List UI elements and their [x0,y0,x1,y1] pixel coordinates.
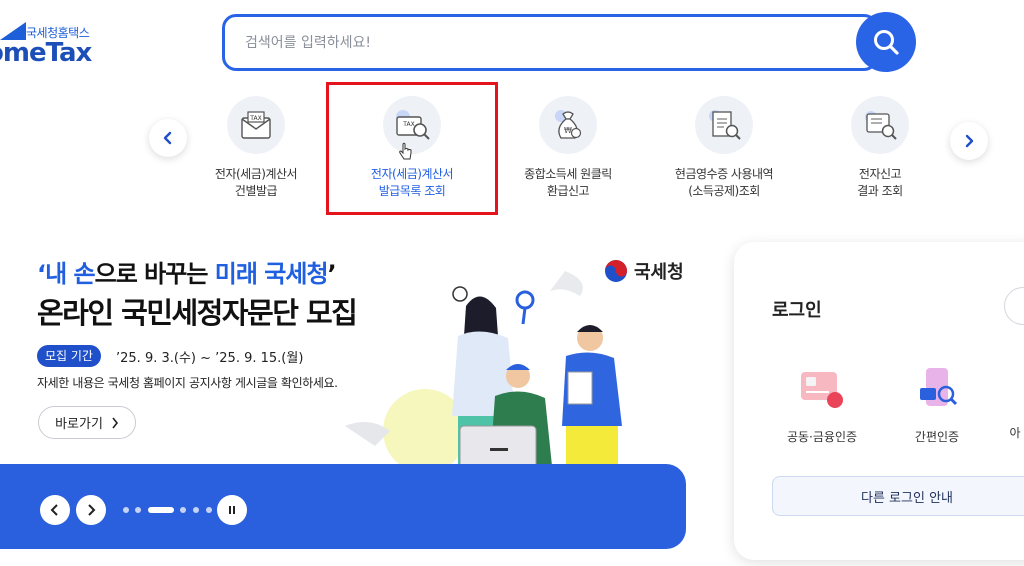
slide-indicator[interactable] [193,507,199,513]
quick-menu-label: 전자(세금)계산서 건별발급 [214,167,298,198]
banner-description: 자세한 내용은 국세청 홈페이지 공지사항 게시글을 확인하세요. [37,376,338,390]
hometax-logo[interactable]: 국세청홈택스 omeTax [0,14,110,74]
slide-indicator[interactable] [123,507,129,513]
svg-text:₩: ₩ [564,126,572,135]
document-search-icon [851,96,909,154]
login-method-label: 아 [1009,426,1021,440]
nts-name: 국세청 [634,262,684,283]
login-method-certificate[interactable]: 공동·금융인증 [772,366,872,445]
search-button[interactable] [856,12,916,72]
banner-heading-quote: ’ [327,260,337,288]
quick-menu-item-cash-receipt[interactable]: 현금영수증 사용내역 (소득공제)조회 [649,96,799,200]
quick-menu-item-e-filing-result[interactable]: 전자신고 결과 조회 [805,96,955,200]
quick-menu-item-issue-invoice[interactable]: TAX 전자(세금)계산서 건별발급 [181,96,331,200]
banner-illustration [345,271,622,473]
period-dates: ’25. 9. 3.(수) ~ ’25. 9. 15.(월) [116,351,304,366]
chevron-right-icon [88,504,96,516]
certificate-card-icon [801,372,843,408]
login-method-label: 간편인증 [914,430,960,444]
banner-next-button[interactable] [76,495,106,525]
period-badge: 모집 기간 [37,345,101,367]
slide-indicator-active[interactable] [148,507,174,513]
chevron-right-icon [112,417,118,428]
banner-heading-text: 으로 바꾸는 [94,260,215,288]
search-input[interactable] [245,31,845,55]
login-title: 로그인 [772,300,822,321]
chevron-left-icon [50,504,58,516]
chevron-left-icon [163,131,172,145]
quick-menu-label: 종합소득세 원클릭 환급신고 [524,167,612,198]
banner-prev-button[interactable] [40,495,70,525]
other-login-guide-button[interactable]: 다른 로그인 안내 [772,476,1024,516]
svg-text:TAX: TAX [249,115,261,122]
login-method-simple[interactable]: 간편인증 [887,366,987,445]
banner-pause-button[interactable] [217,495,247,525]
quick-menu-next-button[interactable] [950,122,988,160]
quick-menu-label: 전자신고 결과 조회 [857,167,903,198]
banner-heading-line1: ‘내 손으로 바꾸는 미래 국세청’ [37,254,337,289]
slide-indicator[interactable] [180,507,186,513]
search-icon [874,30,899,55]
go-button[interactable]: 바로가기 [38,406,136,439]
phone-auth-icon [920,368,958,406]
quick-menu-label: 현금영수증 사용내역 (소득공제)조회 [674,167,774,198]
hand-cursor-icon [399,142,412,160]
logo-title: omeTax [0,38,92,68]
login-method-other[interactable]: 아 [985,366,1024,441]
banner-heading-highlight: ‘내 손 [37,260,96,288]
receipt-search-icon [695,96,753,154]
tax-envelope-icon: TAX [227,96,285,154]
go-button-label: 바로가기 [55,417,103,432]
slide-indicator[interactable] [206,507,212,513]
login-method-label: 공동·금융인증 [786,430,858,444]
banner-heading-line2: 온라인 국민세정자문단 모집 [37,296,358,330]
quick-menu-item-income-tax-refund[interactable]: ₩ 종합소득세 원클릭 환급신고 [493,96,643,200]
money-bag-icon: ₩ [539,96,597,154]
banner-heading-highlight-2: 미래 국세청 [214,260,329,288]
pause-icon [229,506,235,514]
search-bar [222,14,878,71]
chevron-right-icon [965,134,974,148]
slide-indicator[interactable] [135,507,141,513]
